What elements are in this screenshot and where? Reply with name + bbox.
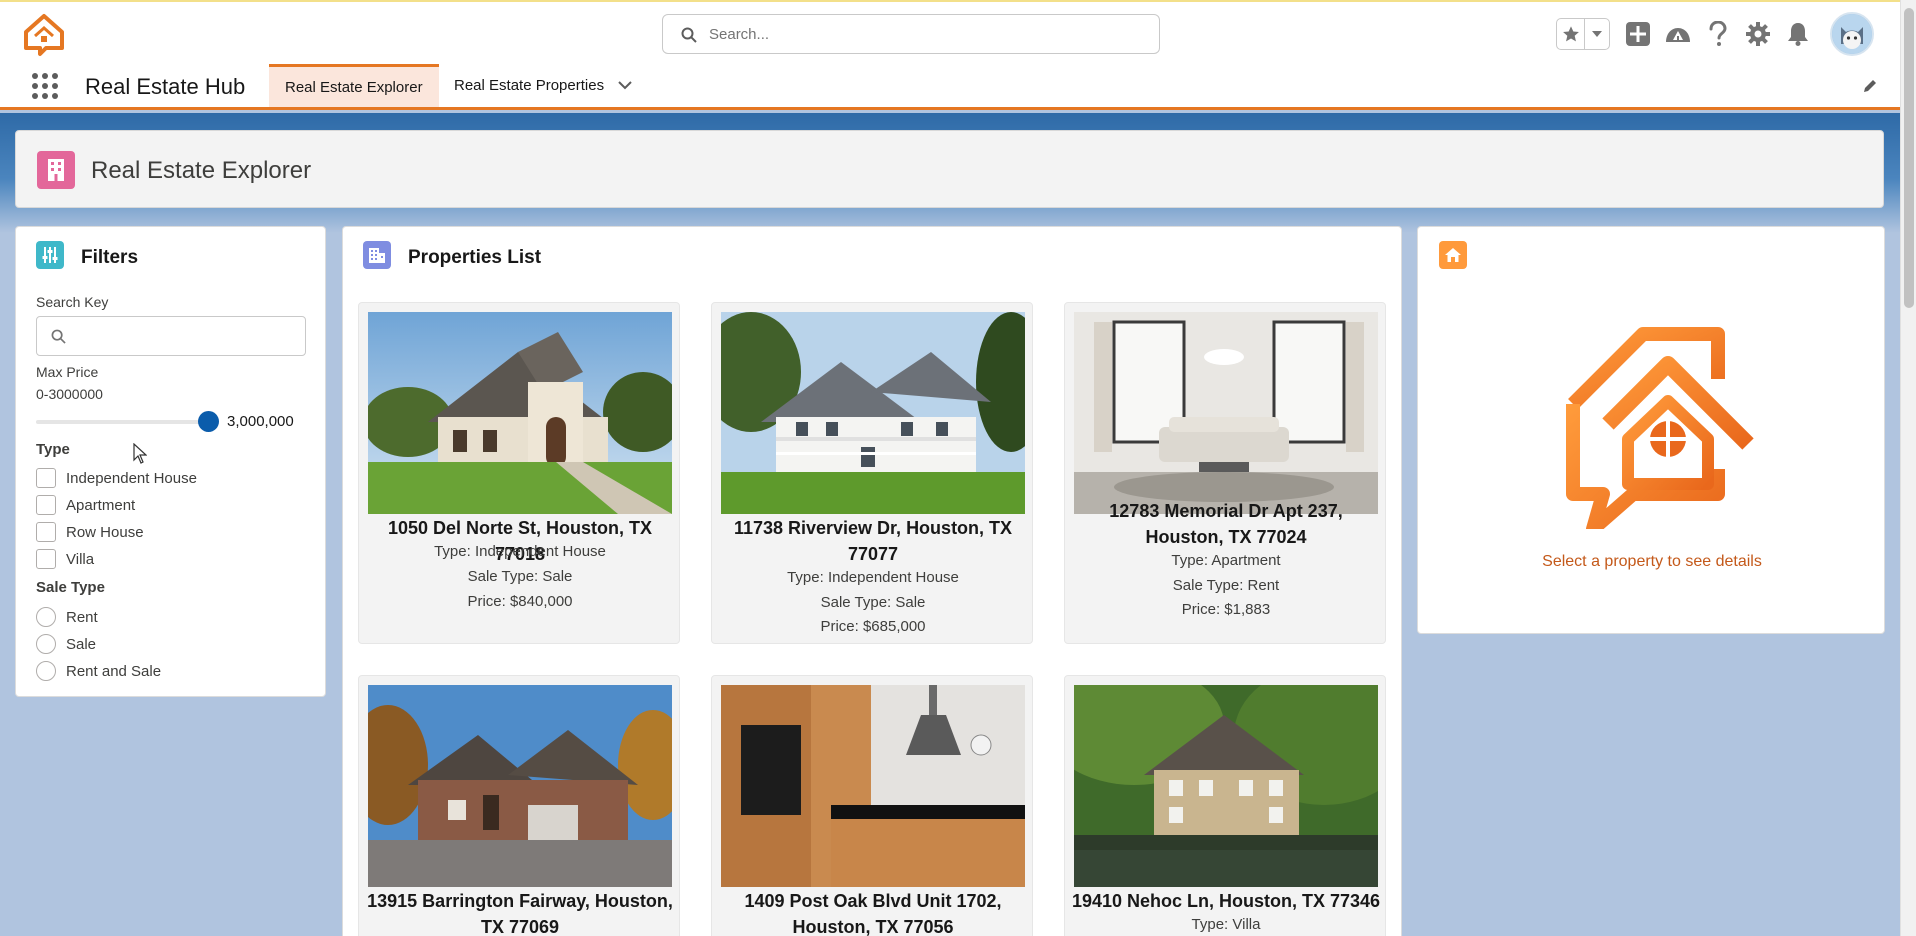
type-option-label: Independent House <box>66 469 197 487</box>
checkbox[interactable] <box>36 522 56 542</box>
bell-icon[interactable] <box>1784 20 1812 48</box>
property-type: Type: Independent House <box>787 569 959 586</box>
search-key-label: Search Key <box>36 294 109 310</box>
property-sale-type: Sale Type: Sale <box>467 568 573 585</box>
type-option-label: Villa <box>66 550 95 568</box>
radio-button[interactable] <box>36 607 56 627</box>
type-option-independent-house[interactable]: Independent House <box>36 467 197 489</box>
property-address: 13915 Barrington Fairway, Houston, TX 77… <box>367 891 673 936</box>
property-photo <box>721 312 1025 514</box>
type-option-label: Apartment <box>66 496 136 514</box>
search-icon <box>51 329 66 344</box>
type-option-apartment[interactable]: Apartment <box>36 494 135 516</box>
max-price-value: 3,000,000 <box>227 413 294 430</box>
property-photo <box>1074 685 1378 887</box>
tab-label: Real Estate Properties <box>454 77 605 94</box>
sale-type-option-rent[interactable]: Rent <box>36 606 98 628</box>
property-card[interactable]: 1409 Post Oak Blvd Unit 1702, Houston, T… <box>711 675 1033 936</box>
max-price-slider-track[interactable] <box>36 420 212 424</box>
property-photo <box>368 685 672 887</box>
checkbox[interactable] <box>36 495 56 515</box>
global-header <box>0 0 1916 64</box>
property-card[interactable]: 11738 Riverview Dr, Houston, TX 77077 Ty… <box>711 302 1033 644</box>
page-header: Real Estate Explorer <box>15 130 1884 208</box>
global-search[interactable] <box>662 14 1160 54</box>
filters-title: Filters <box>81 247 139 268</box>
radio-button[interactable] <box>36 634 56 654</box>
property-card[interactable]: 1050 Del Norte St, Houston, TX 77018 Typ… <box>358 302 680 644</box>
favorites-group <box>1556 18 1610 50</box>
property-price: Price: $685,000 <box>820 618 926 635</box>
property-price: Price: $1,883 <box>1181 601 1271 618</box>
real-estate-logo-icon <box>1548 319 1758 536</box>
property-address: 12783 Memorial Dr Apt 237, Houston, TX 7… <box>1109 501 1343 547</box>
property-sale-type: Sale Type: Rent <box>1172 577 1280 594</box>
app-nav-bar: Real Estate Hub Real Estate Explorer Rea… <box>0 64 1916 110</box>
property-type: Type: Villa <box>1191 916 1261 933</box>
property-details-panel: Select a property to see details <box>1417 226 1885 634</box>
page-scrollbar[interactable] <box>1900 0 1916 936</box>
property-card[interactable]: 13915 Barrington Fairway, Houston, TX 77… <box>358 675 680 936</box>
add-icon[interactable] <box>1624 20 1652 48</box>
property-address: 1409 Post Oak Blvd Unit 1702, Houston, T… <box>744 891 1002 936</box>
sale-type-option-sale[interactable]: Sale <box>36 633 96 655</box>
avatar[interactable] <box>1830 12 1874 56</box>
global-search-input[interactable] <box>709 23 1129 45</box>
home-icon <box>1439 241 1467 269</box>
building-icon <box>37 151 75 189</box>
radio-button[interactable] <box>36 661 56 681</box>
search-key-input[interactable] <box>36 316 306 356</box>
scrollbar-thumb[interactable] <box>1904 8 1914 308</box>
sale-type-option-label: Sale <box>66 635 97 653</box>
mouse-cursor-icon <box>133 442 148 470</box>
property-sale-type: Sale Type: Sale <box>820 594 926 611</box>
property-type: Type: Apartment <box>1171 552 1281 569</box>
header-utility-icons <box>1556 12 1874 56</box>
search-icon <box>681 27 697 43</box>
checkbox[interactable] <box>36 549 56 569</box>
building-list-icon <box>363 241 391 269</box>
details-empty-hint: Select a property to see details <box>1542 553 1762 570</box>
star-icon[interactable] <box>1557 19 1585 49</box>
app-launcher-icon[interactable] <box>30 71 60 101</box>
max-price-label: Max Price <box>36 364 99 380</box>
sale-type-option-label: Rent and Sale <box>66 662 162 680</box>
property-address: 19410 Nehoc Ln, Houston, TX 77346 <box>1071 891 1381 911</box>
property-address: 11738 Riverview Dr, Houston, TX 77077 <box>733 518 1013 564</box>
property-price: Price: $840,000 <box>467 593 573 610</box>
tab-real-estate-properties[interactable]: Real Estate Properties <box>438 64 648 107</box>
property-card[interactable]: 12783 Memorial Dr Apt 237, Houston, TX 7… <box>1064 302 1386 644</box>
chevron-down-icon[interactable] <box>1585 19 1609 49</box>
max-price-slider-thumb[interactable] <box>198 411 219 432</box>
type-option-label: Row House <box>66 523 144 541</box>
filters-panel: Filters Search Key Max Price 0-3000000 3… <box>15 226 326 697</box>
edit-nav-icon[interactable] <box>1862 78 1878 99</box>
properties-list-panel: Properties List 1050 Del Norte St, Houst… <box>342 226 1402 936</box>
property-photo <box>1074 312 1378 514</box>
filter-sliders-icon <box>36 241 64 269</box>
tab-label: Real Estate Explorer <box>285 78 423 96</box>
property-type: Type: Independent House <box>434 543 606 560</box>
type-option-row-house[interactable]: Row House <box>36 521 144 543</box>
sale-type-option-rent-and-sale[interactable]: Rent and Sale <box>36 660 161 682</box>
help-icon[interactable] <box>1704 20 1732 48</box>
property-card[interactable]: 19410 Nehoc Ln, Houston, TX 77346 Type: … <box>1064 675 1386 936</box>
gear-icon[interactable] <box>1744 20 1772 48</box>
tab-real-estate-explorer[interactable]: Real Estate Explorer <box>269 64 439 107</box>
sale-type-section-label: Sale Type <box>36 579 105 596</box>
app-name: Real Estate Hub <box>85 74 246 99</box>
price-range-text: 0-3000000 <box>36 386 103 402</box>
type-section-label: Type <box>36 441 70 458</box>
app-logo-icon[interactable] <box>20 10 68 58</box>
checkbox[interactable] <box>36 468 56 488</box>
type-option-villa[interactable]: Villa <box>36 548 94 570</box>
page-title: Real Estate Explorer <box>91 157 312 184</box>
sale-type-option-label: Rent <box>66 608 98 626</box>
trailhead-icon[interactable] <box>1664 20 1692 48</box>
property-photo <box>368 312 672 514</box>
chevron-down-icon[interactable] <box>618 77 632 94</box>
properties-list-title: Properties List <box>408 247 542 268</box>
property-photo <box>721 685 1025 887</box>
